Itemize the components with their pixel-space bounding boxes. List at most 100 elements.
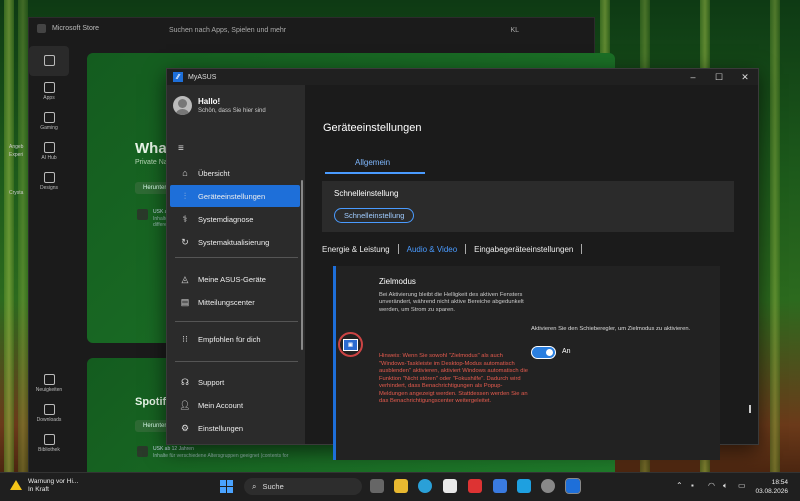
store-nav-label: Bibliothek bbox=[38, 446, 60, 453]
sidebar-item-notifications[interactable]: ▤ Mitteilungscenter bbox=[170, 291, 300, 313]
weather-warning-widget[interactable]: Warnung vor Hi... In Kraft bbox=[10, 478, 78, 494]
system-clock[interactable]: 18:54 03.08.2026 bbox=[752, 478, 788, 496]
apps-icon bbox=[43, 81, 55, 93]
tab-general[interactable]: Allgemein bbox=[355, 158, 390, 167]
start-button[interactable] bbox=[220, 480, 233, 493]
sidebar-item-my-devices[interactable]: ◬ Meine ASUS-Geräte bbox=[170, 268, 300, 290]
sidebar-item-label: Meine ASUS-Geräte bbox=[198, 274, 266, 284]
battery-icon[interactable]: ▭ bbox=[738, 481, 746, 490]
file-explorer-icon[interactable] bbox=[394, 479, 408, 493]
sidebar-item-settings[interactable]: ⚙ Einstellungen bbox=[170, 417, 300, 439]
toggle-state-label: An bbox=[562, 348, 571, 355]
sidebar-item-label: Systemaktualisierung bbox=[198, 237, 270, 247]
gamepad-icon bbox=[43, 111, 55, 123]
side-text: Angeb bbox=[9, 144, 24, 150]
sidebar-item-label: Mitteilungscenter bbox=[198, 297, 255, 307]
store-search-input[interactable]: Suchen nach Apps, Spielen und mehr KL bbox=[169, 23, 519, 37]
sidebar-item-label: Übersicht bbox=[198, 168, 230, 178]
store-nav-gaming[interactable]: Gaming bbox=[29, 106, 69, 136]
gear-icon: ⚙ bbox=[180, 422, 190, 433]
myasus-taskbar-icon[interactable] bbox=[565, 478, 581, 494]
ai-icon bbox=[43, 141, 55, 153]
store-icon[interactable] bbox=[493, 479, 507, 493]
store-nav: Apps Gaming AI Hub Designs bbox=[29, 46, 69, 196]
divider bbox=[581, 244, 583, 254]
myasus-logo-icon: ⁄⁄ bbox=[173, 72, 183, 82]
divider bbox=[175, 257, 298, 258]
refresh-icon: ↻ bbox=[181, 236, 189, 247]
mcafee-icon[interactable] bbox=[468, 479, 482, 493]
spotify-usk: USK ab 12 Jahren bbox=[153, 446, 194, 452]
app-title: MyASUS bbox=[188, 73, 217, 81]
zielmodus-toggle[interactable] bbox=[531, 346, 556, 359]
content-scrollbar[interactable] bbox=[749, 405, 751, 413]
zielmodus-panel: ▣ Zielmodus Bei Aktivierung bleibt die H… bbox=[333, 266, 720, 460]
store-user-initials[interactable]: KL bbox=[510, 27, 519, 34]
wifi-icon[interactable]: ◠ bbox=[708, 481, 715, 490]
store-nav-library[interactable]: Bibliothek bbox=[29, 428, 69, 458]
warning-status: In Kraft bbox=[28, 486, 49, 493]
chevron-up-icon[interactable]: ⌃ bbox=[676, 481, 683, 490]
store-nav-designs[interactable]: Designs bbox=[29, 166, 69, 196]
zielmodus-description: Bei Aktivierung bleibt die Helligkeit de… bbox=[379, 292, 524, 313]
store-nav-apps[interactable]: Apps bbox=[29, 76, 69, 106]
headset-icon: ☊ bbox=[181, 376, 189, 387]
store-nav-label: Designs bbox=[39, 184, 59, 191]
zielmodus-hint: Hinweis: Wenn Sie sowohl "Zielmodus" als… bbox=[379, 353, 528, 404]
sidebar-item-label: Systemdiagnose bbox=[198, 214, 254, 224]
store-nav-news[interactable]: Neuigkeiten bbox=[29, 368, 69, 398]
mail-icon[interactable] bbox=[517, 479, 531, 493]
sidebar-item-label: Support bbox=[198, 377, 225, 387]
edge-browser-icon[interactable] bbox=[418, 479, 432, 493]
tab-input-devices[interactable]: Eingabegeräteeinstellungen bbox=[474, 245, 573, 254]
settings-gear-icon[interactable] bbox=[541, 479, 555, 493]
taskbar-search[interactable]: ⌕ Suche bbox=[244, 478, 362, 495]
warning-title: Warnung vor Hi... bbox=[28, 478, 79, 485]
divider bbox=[175, 361, 298, 362]
store-nav-home[interactable] bbox=[29, 46, 69, 76]
divider bbox=[465, 244, 467, 254]
search-icon: ⌕ bbox=[252, 481, 257, 491]
side-text: Experi bbox=[9, 152, 24, 158]
grid-icon: ⁝⁝ bbox=[182, 333, 188, 344]
close-button[interactable]: ✕ bbox=[732, 69, 758, 85]
sidebar-scrollbar[interactable] bbox=[301, 180, 303, 350]
sidebar-item-overview[interactable]: ⌂ Übersicht bbox=[170, 162, 300, 184]
store-nav-label: AI Hub bbox=[41, 154, 57, 161]
sidebar-item-support[interactable]: ☊ Support bbox=[170, 371, 300, 393]
quick-settings-button[interactable]: Schnelleinstellung bbox=[334, 208, 415, 223]
task-view-icon[interactable] bbox=[370, 479, 384, 493]
user-profile[interactable]: Hallo! Schön, dass Sie hier sind bbox=[173, 96, 266, 115]
divider bbox=[397, 244, 399, 254]
store-nav-downloads[interactable]: Downloads bbox=[29, 398, 69, 428]
target-mode-icon: ▣ bbox=[338, 332, 363, 357]
tab-audio-video[interactable]: Audio & Video bbox=[407, 245, 458, 254]
divider bbox=[175, 321, 298, 322]
tab-energy-performance[interactable]: Energie & Leistung bbox=[322, 245, 390, 254]
sidebar-item-diagnostics[interactable]: ⚕ Systemdiagnose bbox=[170, 208, 300, 230]
side-text: Crysta bbox=[9, 190, 24, 196]
store-logo-icon bbox=[37, 24, 46, 33]
sidebar-item-label: Mein Account bbox=[198, 400, 244, 410]
sidebar-item-device-settings[interactable]: ⫶ Geräteeinstellungen bbox=[170, 185, 300, 207]
maximize-button[interactable]: ☐ bbox=[706, 69, 732, 85]
store-nav-label: Gaming bbox=[40, 124, 58, 131]
spotify-usk-sub: Inhalte für verschiedene Altersgruppen g… bbox=[153, 453, 289, 459]
minimize-button[interactable]: – bbox=[680, 69, 706, 85]
store-nav-aihub[interactable]: AI Hub bbox=[29, 136, 69, 166]
taskbar: Warnung vor Hi... In Kraft ⌕ Suche ⌃ ▪ ◠… bbox=[0, 472, 800, 501]
tray-app-icon[interactable]: ▪ bbox=[691, 481, 694, 490]
sidebar-item-system-update[interactable]: ↻ Systemaktualisierung bbox=[170, 231, 300, 253]
quick-settings-title: Schnelleinstellung bbox=[334, 189, 399, 198]
app-icon[interactable] bbox=[443, 479, 457, 493]
store-title: Microsoft Store bbox=[52, 25, 100, 32]
store-side-texts: Angeb Experi Crysta bbox=[9, 143, 23, 197]
sidebar-item-recommended[interactable]: ⁝⁝ Empfohlen für dich bbox=[170, 328, 300, 350]
devices-icon: ◬ bbox=[181, 273, 189, 284]
volume-icon[interactable]: 🔈︎ bbox=[723, 481, 728, 491]
bell-icon: ▤ bbox=[180, 296, 190, 307]
page-title: Geräteeinstellungen bbox=[323, 122, 422, 134]
sidebar-item-label: Geräteeinstellungen bbox=[198, 191, 266, 201]
hamburger-menu-icon[interactable]: ≡ bbox=[178, 143, 184, 154]
sidebar-item-account[interactable]: 👤︎ Mein Account bbox=[170, 394, 300, 416]
